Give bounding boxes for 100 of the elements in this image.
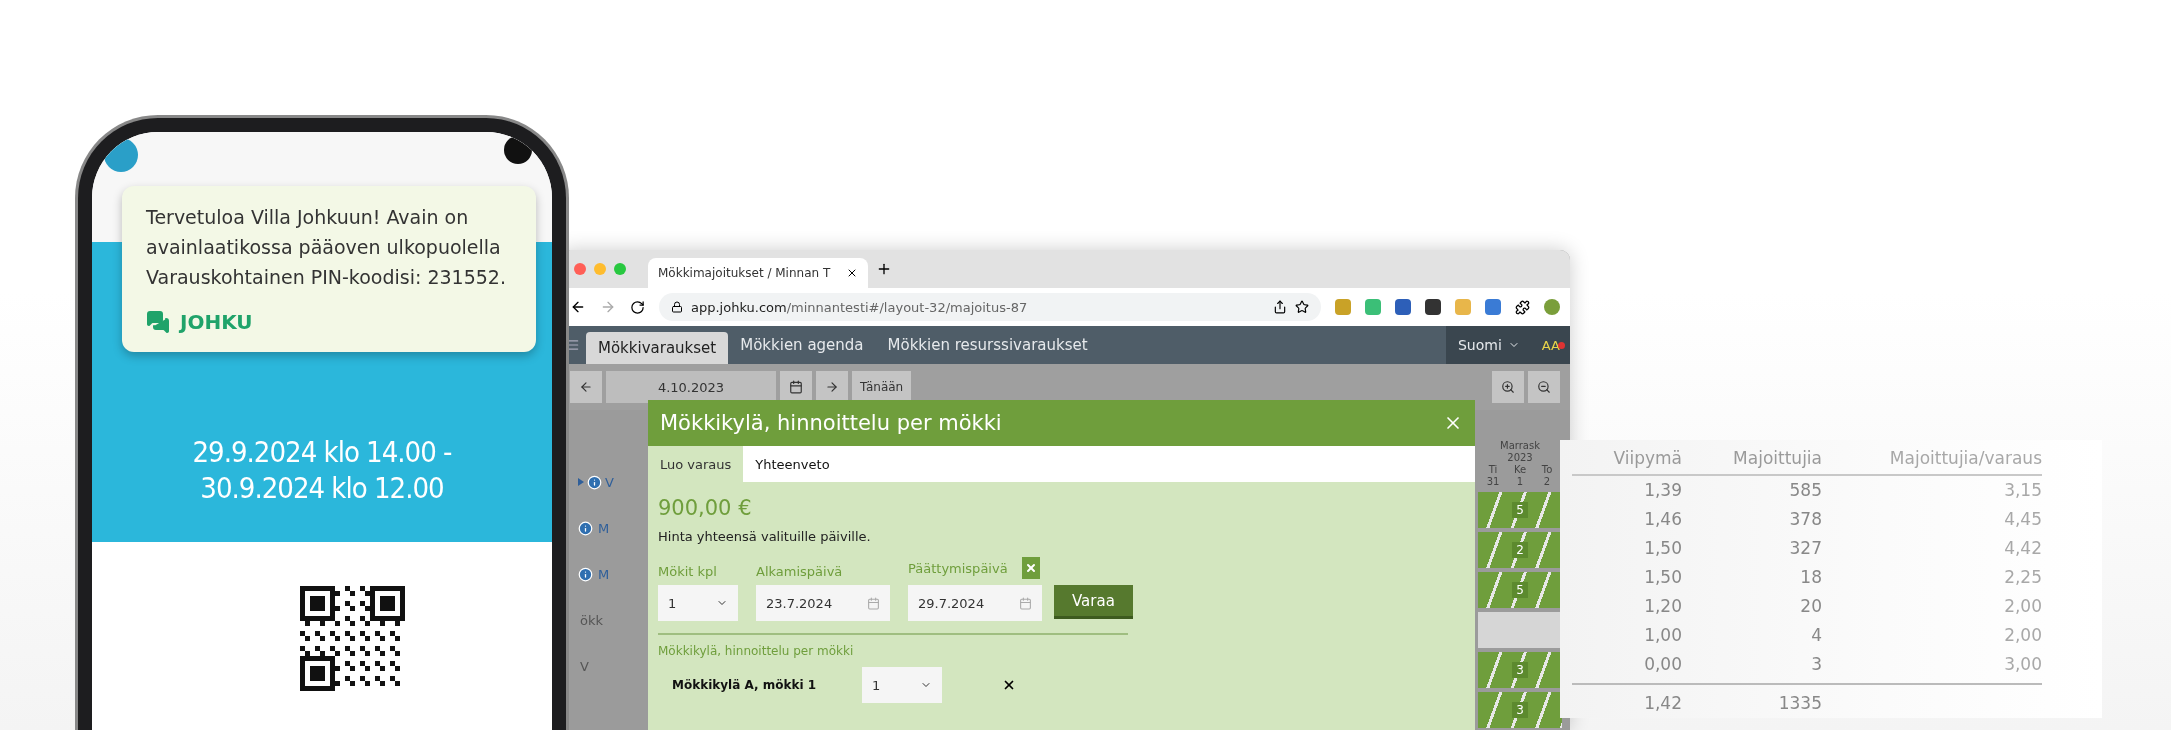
day-name: Ke [1513,464,1527,476]
notification-text: Tervetuloa Villa Johkuun! Avain on [146,206,470,228]
booking-dates: 29.9.2024 klo 14.00 - [192,434,452,470]
back-icon[interactable] [570,299,586,315]
calendar-icon [867,596,880,610]
close-icon [1024,562,1037,574]
calendar-icon [789,380,803,394]
arrow-left-icon [579,380,593,394]
notification-dot [1558,342,1565,349]
quantity-select[interactable]: 1 [658,585,738,621]
zoom-in-button[interactable] [1492,371,1524,403]
calendar-cell[interactable]: 3 [1478,652,1562,688]
table-cell-text: 1,39 [1643,479,1682,502]
cabin-name: Mökkikylä A, mökki 1 [672,678,818,692]
section-title: Mökkikylä, hinnoittelu per mökki [658,644,855,658]
address-bar[interactable]: app.johku.com/minnantesti#/layout-32/majoitus-87 [659,293,1321,321]
day-date: 1 [1516,476,1524,488]
table-cell-text: 3 [1810,653,1822,676]
total-price: 900,00 € [658,496,753,520]
calendar-cell[interactable] [1478,612,1562,648]
table-cell-text: 4,42 [2003,537,2042,560]
user-avatar[interactable]: AA [1531,326,1570,364]
close-icon[interactable] [846,267,858,279]
table-cell-text: 4 [1810,624,1822,647]
nav-tab[interactable]: Mökkivaraukset [586,332,729,364]
language-menu[interactable]: Suomi [1446,326,1532,364]
qr-code-icon [299,586,405,691]
table-cell-text: 0,00 [1643,653,1682,676]
new-tab-icon[interactable] [876,261,892,277]
table-cell-text: 2,25 [2003,566,2042,589]
date-field[interactable]: 23.7.2024 [756,585,890,621]
day-name: To [1541,464,1553,476]
chat-bubbles-icon [146,310,170,334]
brand-name: JOHKU [180,310,253,334]
zoom-out-button[interactable] [1528,371,1560,403]
field-label: Mökit kpl [658,564,717,579]
calendar-cell[interactable]: 5 [1478,492,1562,528]
previous-button[interactable] [570,371,602,403]
dialog-title: Mökkikylä, hinnoittelu per mökki [660,411,1003,435]
price-note: Hinta yhteensä valituille päiville. [658,529,872,544]
reload-icon[interactable] [630,299,645,315]
notification-card[interactable]: Tervetuloa Villa Johkuun! Avain on avainlaatikossa pääoven ulkopuolella Varauskohtainen PIN-koodisi: 231552. JOHKU [122,186,536,352]
info-icon[interactable] [587,474,602,490]
puzzle-icon[interactable] [1515,299,1530,315]
table-cell-text: 1,50 [1643,566,1682,589]
remove-icon[interactable] [1002,678,1016,692]
menu-icon[interactable] [566,338,580,352]
table-cell-text: 1,46 [1643,508,1682,531]
lock-icon [671,301,683,313]
next-button[interactable] [816,371,848,403]
table-cell-text: 378 [1788,508,1822,531]
expand-icon[interactable] [578,478,584,486]
table-cell-text: 327 [1788,537,1822,560]
column-header: Majoittujia [1682,440,1822,476]
table-cell-text: 3,15 [2003,479,2042,502]
calendar-button[interactable] [780,371,812,403]
year-label: 2023 [1507,452,1533,464]
star-icon[interactable] [1295,300,1309,314]
table-cell-text: 18 [1799,566,1822,589]
table-cell-text: 4,45 [2003,508,2042,531]
table-cell-text: 2,00 [2003,595,2042,618]
info-icon[interactable] [578,520,593,536]
share-icon[interactable] [1273,300,1287,314]
table-cell-text: 3,00 [2003,653,2042,676]
clear-button[interactable] [1021,557,1040,579]
field-label: Alkamispäivä [756,564,843,579]
zoom-out-icon [1537,380,1551,394]
date-field[interactable]: 29.7.2024 [908,585,1042,621]
calendar-cell[interactable]: 2 [1478,532,1562,568]
today-button[interactable]: Tänään [852,371,912,403]
table-cell-text: 585 [1788,479,1822,502]
profile-icon[interactable] [1544,299,1560,315]
calendar-cell[interactable]: 3 [1478,692,1562,728]
calendar-icon [1019,596,1032,610]
date-field[interactable]: 4.10.2023 [606,371,776,403]
book-button[interactable]: Varaa [1054,585,1133,619]
extension-icon[interactable] [1395,299,1411,315]
nav-tab[interactable]: Mökkien resurssivaraukset [875,326,1100,364]
day-date: 2 [1543,476,1551,488]
total-cell: 1,42 [1572,683,1682,718]
field-label: Päättymispäivä [908,560,1008,576]
browser-tab[interactable]: Mökkimajoitukset / Minnan T [648,258,868,288]
info-icon[interactable] [578,566,593,582]
table-cell-text: 1,00 [1643,624,1682,647]
table-cell-text: 20 [1799,595,1822,618]
notification-text: avainlaatikossa pääoven ulkopuolella [146,236,502,258]
dialog-tab[interactable]: Luo varaus [648,446,744,482]
nav-tab[interactable]: Mökkien agenda [728,326,876,364]
booking-dates: 30.9.2024 klo 12.00 [200,470,444,506]
table-cell-text: 1,50 [1643,537,1682,560]
table-cell-text: 2,00 [2003,624,2042,647]
quantity-select[interactable]: 1 [862,667,942,703]
column-header: Viipymä [1572,440,1682,476]
extension-icon[interactable] [1425,299,1441,315]
url-text: app.johku.com/minnantesti#/layout-32/majoitus-87 [691,299,1029,315]
forward-icon[interactable] [600,299,616,315]
arrow-right-icon [825,380,839,394]
month-label: Marrask [1500,440,1540,452]
calendar-cell[interactable]: 5 [1478,572,1562,608]
notification-text: Varauskohtainen PIN-koodisi: 231552. [146,266,507,288]
